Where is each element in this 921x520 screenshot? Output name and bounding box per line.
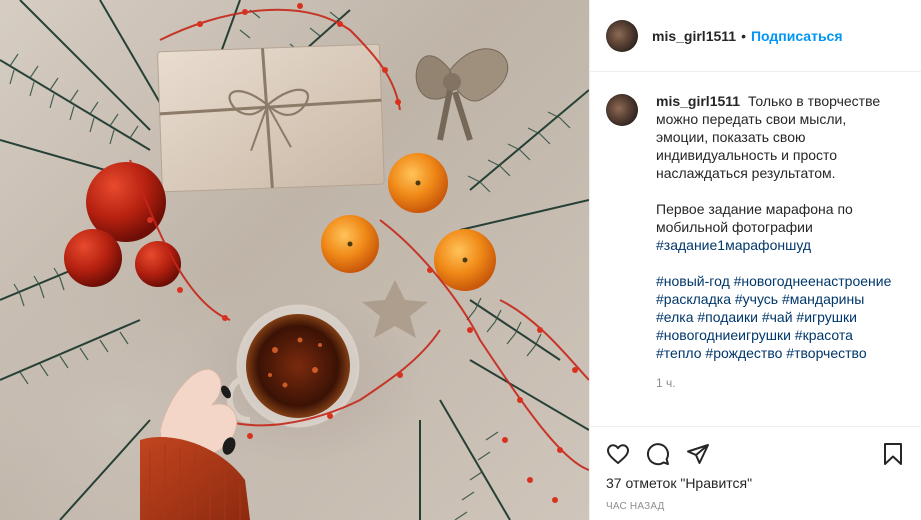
caption-paragraph-1: mis_girl1511 Только в творчестве можно п… xyxy=(656,92,902,182)
bookmark-icon[interactable] xyxy=(881,442,905,466)
post-actions: 37 отметок "Нравится" ЧАС НАЗАД xyxy=(590,426,921,520)
likes-count[interactable]: 37 отметок "Нравится" xyxy=(606,475,905,491)
post-sidebar: mis_girl1511 • Подписаться mis_girl1511 … xyxy=(589,0,921,520)
caption-row: mis_girl1511 Только в творчестве можно п… xyxy=(606,92,905,362)
burlap-bow xyxy=(415,48,509,141)
caption-hashtags[interactable]: #новый-год #новогоднеенастроение #раскла… xyxy=(656,272,902,362)
gift-box xyxy=(157,43,385,193)
header-username[interactable]: mis_girl1511 xyxy=(652,28,736,44)
comment-icon[interactable] xyxy=(646,442,670,466)
caption-avatar[interactable] xyxy=(606,94,638,126)
avatar[interactable] xyxy=(606,19,638,52)
heart-icon[interactable] xyxy=(606,442,630,466)
separator-dot: • xyxy=(741,27,746,44)
post-image-illustration xyxy=(0,0,589,520)
red-ornament xyxy=(64,229,122,287)
caption: mis_girl1511 Только в творчестве можно п… xyxy=(656,92,902,362)
post-date[interactable]: ЧАС НАЗАД xyxy=(606,501,905,512)
post-header: mis_girl1511 • Подписаться xyxy=(590,0,921,72)
caption-time: 1 ч. xyxy=(656,376,676,390)
tea-glass xyxy=(226,304,360,428)
comments-area: mis_girl1511 Только в творчестве можно п… xyxy=(590,72,921,426)
instagram-post: mis_girl1511 • Подписаться mis_girl1511 … xyxy=(0,0,921,520)
share-icon[interactable] xyxy=(686,442,710,466)
action-bar xyxy=(606,427,905,475)
follow-button[interactable]: Подписаться xyxy=(751,28,843,44)
caption-paragraph-2: Первое задание марафона по мобильной фот… xyxy=(656,201,853,235)
post-image[interactable] xyxy=(0,0,589,520)
caption-hashtag-marathon[interactable]: #задание1марафоншуд xyxy=(656,236,902,254)
caption-username[interactable]: mis_girl1511 xyxy=(656,93,744,109)
red-ornament xyxy=(135,241,181,287)
